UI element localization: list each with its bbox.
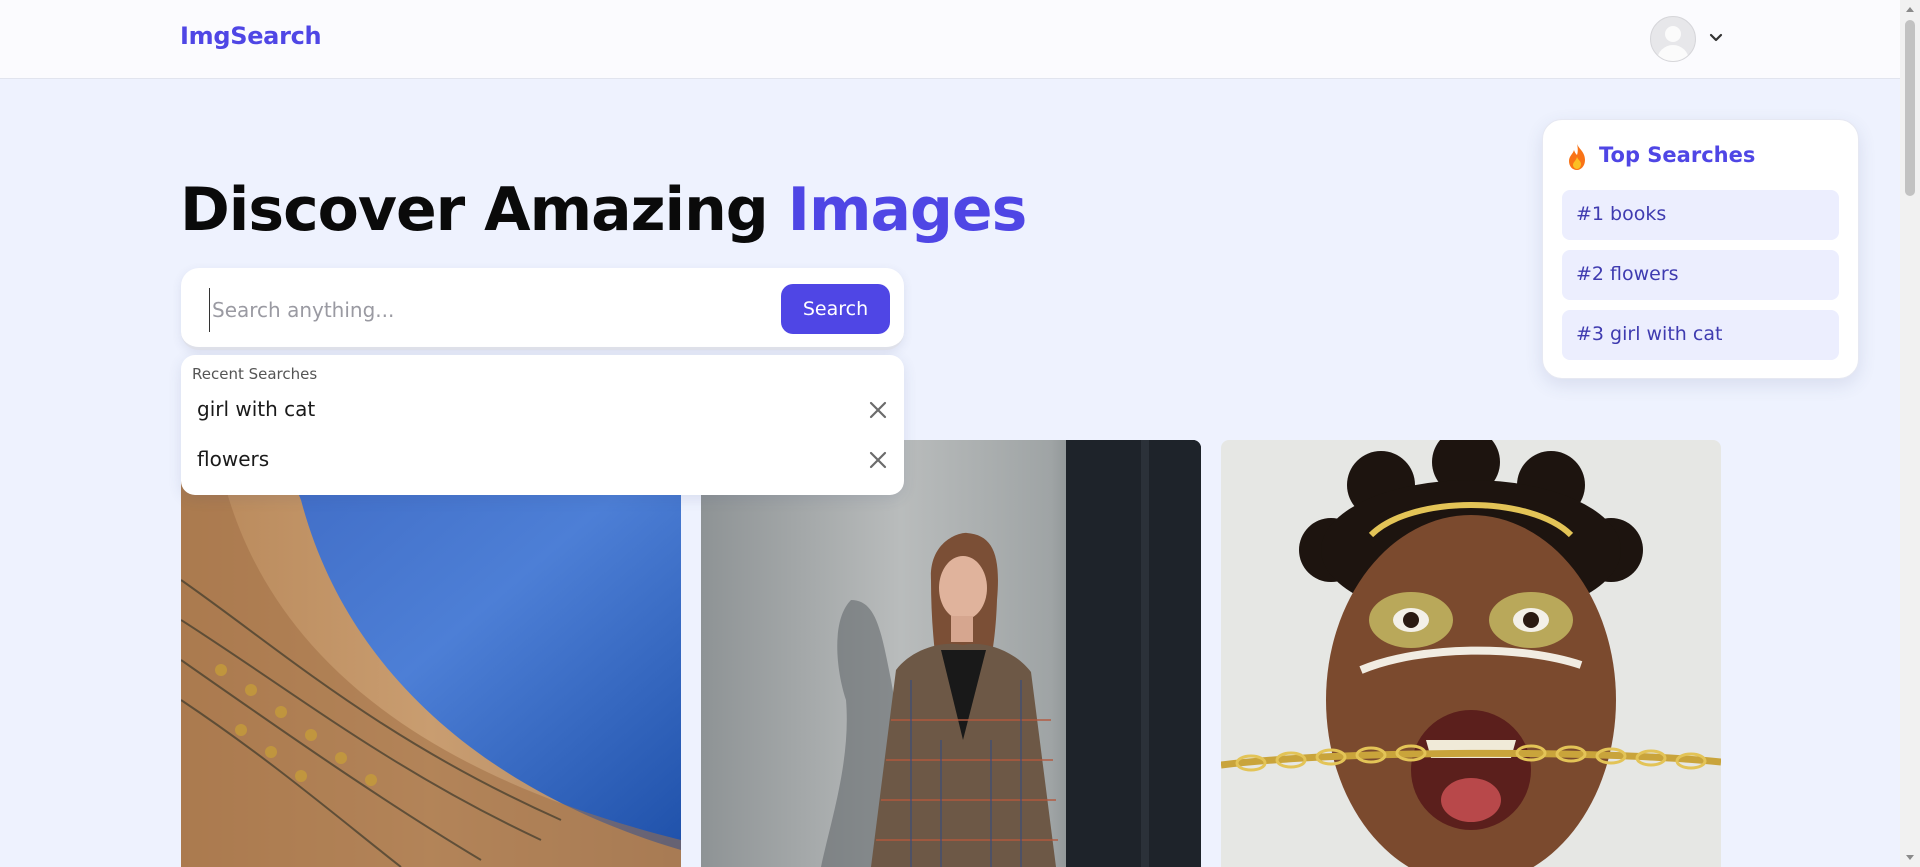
chevron-down-icon[interactable]	[1706, 28, 1726, 48]
top-search-label: #2 flowers	[1576, 263, 1679, 285]
scroll-up-arrow-icon[interactable]	[1904, 4, 1916, 16]
title-accent: Images	[787, 175, 1028, 245]
avatar-icon[interactable]	[1650, 16, 1696, 62]
brand-logo[interactable]: ImgSearch	[180, 22, 322, 50]
page-scrollbar[interactable]	[1900, 0, 1920, 867]
search-bar: Search	[181, 268, 904, 350]
recent-search-item[interactable]: flowers	[181, 435, 904, 485]
architecture-photo[interactable]	[181, 440, 681, 867]
recent-searches-heading: Recent Searches	[192, 365, 318, 383]
close-icon[interactable]	[867, 399, 889, 421]
woman-in-coat-photo[interactable]	[701, 440, 1201, 867]
recent-searches-dropdown: Recent Searches girl with cat flowers	[181, 355, 904, 495]
top-search-item[interactable]: #1 books	[1562, 190, 1839, 240]
top-search-label: #1 books	[1576, 203, 1667, 225]
scrollbar-thumb[interactable]	[1905, 20, 1915, 196]
flame-icon	[1569, 144, 1585, 170]
recent-search-item[interactable]: girl with cat	[181, 385, 904, 435]
recent-search-label: flowers	[197, 447, 270, 471]
search-input[interactable]	[209, 288, 744, 332]
top-navbar: ImgSearch	[0, 0, 1900, 79]
page-title: Discover Amazing Images	[180, 173, 1028, 247]
user-menu-button[interactable]	[1650, 16, 1726, 62]
top-searches-card: Top Searches #1 books #2 flowers #3 girl…	[1542, 119, 1859, 379]
scroll-down-arrow-icon[interactable]	[1904, 851, 1916, 863]
top-searches-title: Top Searches	[1599, 143, 1756, 167]
search-button[interactable]: Search	[781, 284, 890, 334]
recent-search-label: girl with cat	[197, 397, 316, 421]
close-icon[interactable]	[867, 449, 889, 471]
top-search-item[interactable]: #3 girl with cat	[1562, 310, 1839, 360]
title-main: Discover Amazing	[180, 175, 788, 245]
top-search-item[interactable]: #2 flowers	[1562, 250, 1839, 300]
top-search-label: #3 girl with cat	[1576, 323, 1723, 345]
painted-face-chains-photo[interactable]	[1221, 440, 1721, 867]
